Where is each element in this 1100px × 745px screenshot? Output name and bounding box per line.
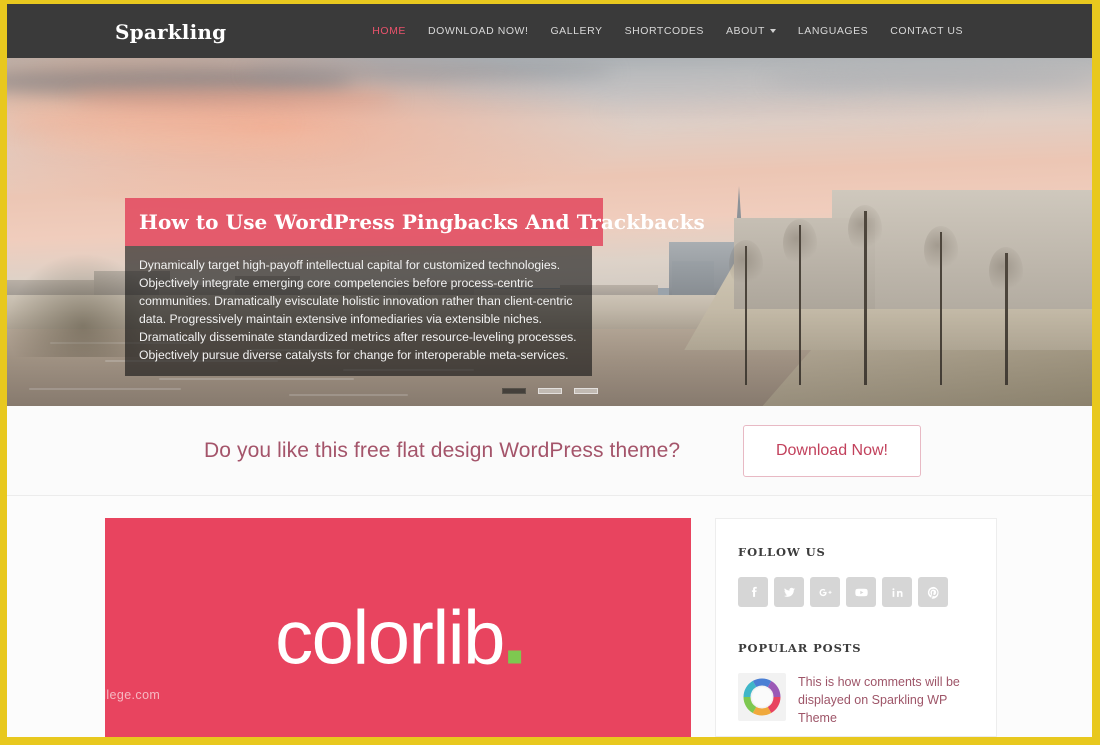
- popular-posts-title: POPULAR POSTS: [738, 641, 862, 655]
- nav-item-contact-us[interactable]: CONTACT US: [879, 25, 974, 37]
- colorlib-dot-icon: [507, 650, 521, 664]
- popular-post-item[interactable]: This is how comments will be displayed o…: [738, 673, 974, 727]
- colorlib-text: colorlib: [275, 595, 505, 681]
- nav-item-languages[interactable]: LANGUAGES: [787, 25, 879, 37]
- nav-label: DOWNLOAD NOW!: [427, 25, 529, 37]
- linkedin-icon[interactable]: [882, 577, 912, 607]
- post-featured-image[interactable]: colorlib christiancollege.com: [105, 518, 691, 737]
- nav-label: SHORTCODES: [624, 25, 704, 37]
- browser-frame: Sparkling HOME DOWNLOAD NOW! GALLERY SHO…: [0, 0, 1100, 745]
- youtube-icon[interactable]: [846, 577, 876, 607]
- nav-item-gallery[interactable]: GALLERY: [539, 25, 613, 37]
- page-root: Sparkling HOME DOWNLOAD NOW! GALLERY SHO…: [7, 4, 1092, 737]
- popular-post-title[interactable]: This is how comments will be displayed o…: [798, 673, 974, 727]
- nav-label: GALLERY: [550, 25, 603, 37]
- slider-dot-3[interactable]: [573, 388, 598, 394]
- main-navigation: HOME DOWNLOAD NOW! GALLERY SHORTCODES AB…: [361, 4, 974, 58]
- slide-caption: How to Use WordPress Pingbacks And Track…: [125, 198, 705, 376]
- cta-headline: Do you like this free flat design WordPr…: [204, 438, 681, 462]
- nav-label: HOME: [372, 25, 406, 37]
- nav-label: CONTACT US: [890, 25, 963, 37]
- call-to-action-bar: Do you like this free flat design WordPr…: [7, 406, 1092, 496]
- google-plus-icon[interactable]: [810, 577, 840, 607]
- twitter-icon[interactable]: [774, 577, 804, 607]
- site-logo[interactable]: Sparkling: [115, 20, 226, 44]
- social-links: [738, 577, 974, 607]
- main-column: colorlib christiancollege.com: [105, 518, 691, 737]
- hero-slider[interactable]: How to Use WordPress Pingbacks And Track…: [7, 58, 1092, 406]
- nav-label: LANGUAGES: [797, 25, 869, 37]
- nav-item-download-now[interactable]: DOWNLOAD NOW!: [417, 25, 539, 37]
- nav-item-shortcodes[interactable]: SHORTCODES: [614, 25, 715, 37]
- slider-dot-2[interactable]: [537, 388, 562, 394]
- chevron-down-icon: [769, 29, 776, 33]
- nav-item-home[interactable]: HOME: [361, 25, 417, 37]
- pinterest-icon[interactable]: [918, 577, 948, 607]
- colorlib-wordmark: colorlib: [275, 594, 521, 681]
- nav-label: ABOUT: [725, 25, 765, 37]
- popular-post-thumbnail: [738, 673, 786, 721]
- download-now-button[interactable]: Download Now!: [742, 424, 921, 477]
- sidebar: FOLLOW US POPULAR POSTS This is how comm…: [715, 518, 997, 737]
- slide-description: Dynamically target high-payoff intellect…: [125, 246, 592, 376]
- content-area: colorlib christiancollege.com FOLLOW US: [7, 496, 1092, 737]
- nav-item-about[interactable]: ABOUT: [715, 25, 787, 37]
- slider-pagination: [7, 388, 1092, 394]
- watermark-text: christiancollege.com: [105, 688, 161, 702]
- colorlib-ring-icon: [743, 678, 781, 716]
- follow-us-title: FOLLOW US: [738, 545, 826, 559]
- facebook-icon[interactable]: [738, 577, 768, 607]
- site-header: Sparkling HOME DOWNLOAD NOW! GALLERY SHO…: [7, 4, 1092, 58]
- slider-dot-1[interactable]: [501, 388, 526, 394]
- slide-title[interactable]: How to Use WordPress Pingbacks And Track…: [125, 198, 705, 246]
